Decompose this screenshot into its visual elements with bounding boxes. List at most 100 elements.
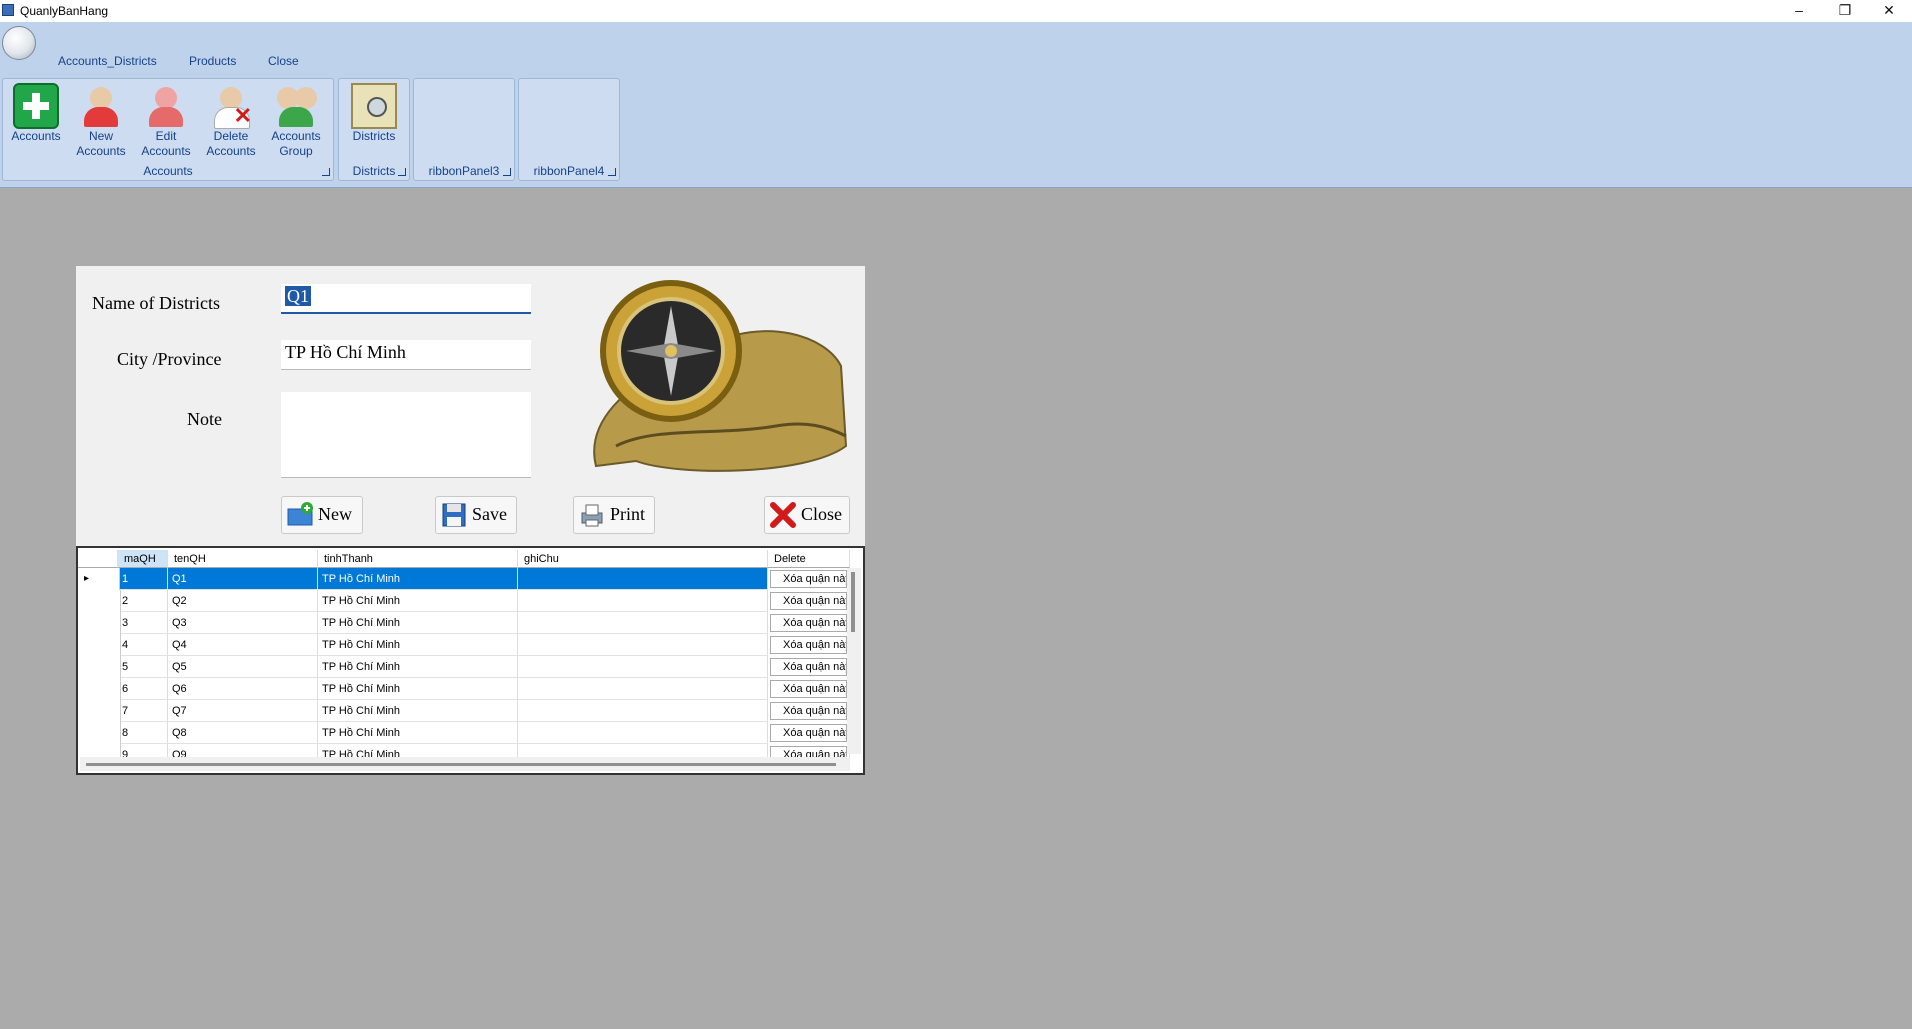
cell-ghichu[interactable] bbox=[518, 612, 768, 634]
table-row[interactable]: 4 Q4 TP Hồ Chí Minh Xóa quận này bbox=[80, 634, 850, 656]
accounts-group-button[interactable]: Accounts Group bbox=[267, 81, 325, 159]
name-label: Name of Districts bbox=[92, 293, 220, 313]
cell-maqh[interactable]: 4 bbox=[118, 634, 168, 656]
row-header[interactable] bbox=[80, 612, 121, 634]
tab-accounts-districts[interactable]: Accounts_Districts bbox=[58, 54, 157, 68]
tab-products[interactable]: Products bbox=[189, 54, 236, 68]
table-row[interactable]: 2 Q2 TP Hồ Chí Minh Xóa quận này bbox=[80, 590, 850, 612]
close-icon bbox=[770, 502, 796, 528]
panel-label-3: ribbonPanel3 bbox=[428, 164, 500, 178]
cell-tinhthanh[interactable]: TP Hồ Chí Minh bbox=[318, 722, 518, 744]
panel-launcher-icon[interactable] bbox=[503, 168, 511, 176]
cell-maqh[interactable]: 2 bbox=[118, 590, 168, 612]
cell-maqh[interactable]: 8 bbox=[118, 722, 168, 744]
cell-tinhthanh[interactable]: TP Hồ Chí Minh bbox=[318, 656, 518, 678]
cell-tenqh[interactable]: Q1 bbox=[168, 568, 318, 590]
panel-label-4: ribbonPanel4 bbox=[533, 164, 605, 178]
cell-ghichu[interactable] bbox=[518, 700, 768, 722]
cell-maqh[interactable]: 6 bbox=[118, 678, 168, 700]
table-row[interactable]: 7 Q7 TP Hồ Chí Minh Xóa quận này bbox=[80, 700, 850, 722]
cell-ghichu[interactable] bbox=[518, 722, 768, 744]
delete-row-button[interactable]: Xóa quận này bbox=[770, 614, 847, 632]
note-field[interactable] bbox=[281, 392, 531, 478]
cell-tinhthanh[interactable]: TP Hồ Chí Minh bbox=[318, 634, 518, 656]
new-accounts-button[interactable]: New Accounts bbox=[72, 81, 130, 159]
column-header-ghichu[interactable]: ghiChu bbox=[518, 550, 768, 568]
vertical-scrollbar[interactable] bbox=[847, 568, 861, 754]
row-header[interactable] bbox=[80, 634, 121, 656]
close-button[interactable]: Close bbox=[764, 496, 850, 534]
cell-tenqh[interactable]: Q6 bbox=[168, 678, 318, 700]
column-header-delete[interactable]: Delete bbox=[768, 550, 850, 568]
table-row[interactable]: 3 Q3 TP Hồ Chí Minh Xóa quận này bbox=[80, 612, 850, 634]
delete-row-button[interactable]: Xóa quận này bbox=[770, 636, 847, 654]
floppy-disk-icon bbox=[442, 503, 466, 527]
panel-launcher-icon[interactable] bbox=[322, 168, 330, 176]
table-row[interactable]: 5 Q5 TP Hồ Chí Minh Xóa quận này bbox=[80, 656, 850, 678]
cell-ghichu[interactable] bbox=[518, 678, 768, 700]
cell-maqh[interactable]: 5 bbox=[118, 656, 168, 678]
column-header-tinhthanh[interactable]: tinhThanh bbox=[318, 550, 518, 568]
districts-grid[interactable]: maQH tenQH tinhThanh ghiChu Delete ▸ 1 Q1 T… bbox=[76, 546, 865, 775]
app-icon bbox=[2, 4, 14, 16]
ribbon-panel-4: ribbonPanel4 bbox=[518, 78, 620, 181]
cell-delete: Xóa quận này bbox=[768, 590, 850, 612]
cell-tenqh[interactable]: Q7 bbox=[168, 700, 318, 722]
cell-tinhthanh[interactable]: TP Hồ Chí Minh bbox=[318, 568, 518, 590]
cell-tinhthanh[interactable]: TP Hồ Chí Minh bbox=[318, 590, 518, 612]
edit-accounts-button[interactable]: Edit Accounts bbox=[137, 81, 195, 159]
new-button[interactable]: New bbox=[281, 496, 363, 534]
print-button[interactable]: Print bbox=[573, 496, 655, 534]
cell-maqh[interactable]: 7 bbox=[118, 700, 168, 722]
table-row[interactable]: ▸ 1 Q1 TP Hồ Chí Minh Xóa quận này bbox=[80, 568, 850, 590]
delete-row-button[interactable]: Xóa quận này bbox=[770, 592, 847, 610]
horizontal-scrollbar[interactable] bbox=[80, 757, 850, 771]
cell-tinhthanh[interactable]: TP Hồ Chí Minh bbox=[318, 700, 518, 722]
row-header[interactable]: ▸ bbox=[80, 568, 120, 590]
table-row[interactable]: 8 Q8 TP Hồ Chí Minh Xóa quận này bbox=[80, 722, 850, 744]
delete-row-button[interactable]: Xóa quận này bbox=[770, 658, 847, 676]
save-button[interactable]: Save bbox=[435, 496, 517, 534]
cell-maqh[interactable]: 1 bbox=[118, 568, 168, 590]
table-row[interactable]: 6 Q6 TP Hồ Chí Minh Xóa quận này bbox=[80, 678, 850, 700]
delete-row-button[interactable]: Xóa quận này bbox=[770, 702, 847, 720]
cell-ghichu[interactable] bbox=[518, 656, 768, 678]
cell-tenqh[interactable]: Q2 bbox=[168, 590, 318, 612]
restore-button[interactable]: ❐ bbox=[1822, 0, 1868, 22]
cell-delete: Xóa quận này bbox=[768, 656, 850, 678]
cell-ghichu[interactable] bbox=[518, 568, 768, 590]
cell-tenqh[interactable]: Q3 bbox=[168, 612, 318, 634]
cell-tenqh[interactable]: Q4 bbox=[168, 634, 318, 656]
delete-row-button[interactable]: Xóa quận này bbox=[770, 570, 847, 588]
cell-tinhthanh[interactable]: TP Hồ Chí Minh bbox=[318, 612, 518, 634]
row-header[interactable] bbox=[80, 722, 121, 744]
cell-delete: Xóa quận này bbox=[768, 634, 850, 656]
delete-accounts-button[interactable]: ✕ Delete Accounts bbox=[202, 81, 260, 159]
row-header[interactable] bbox=[80, 678, 121, 700]
row-header[interactable] bbox=[80, 700, 121, 722]
districts-button[interactable]: Districts bbox=[345, 81, 403, 144]
cell-ghichu[interactable] bbox=[518, 590, 768, 612]
cell-maqh[interactable]: 3 bbox=[118, 612, 168, 634]
row-header[interactable] bbox=[80, 656, 121, 678]
delete-row-button[interactable]: Xóa quận này bbox=[770, 680, 847, 698]
column-header-tenqh[interactable]: tenQH bbox=[168, 550, 318, 568]
row-header[interactable] bbox=[80, 590, 121, 612]
printer-icon bbox=[581, 504, 603, 527]
column-header-maqh[interactable]: maQH bbox=[118, 550, 168, 568]
panel-launcher-icon[interactable] bbox=[398, 168, 406, 176]
cell-delete: Xóa quận này bbox=[768, 700, 850, 722]
city-field[interactable]: TP Hồ Chí Minh bbox=[281, 340, 531, 370]
cell-tenqh[interactable]: Q5 bbox=[168, 656, 318, 678]
cell-ghichu[interactable] bbox=[518, 634, 768, 656]
minimize-button[interactable]: – bbox=[1776, 0, 1822, 22]
cell-tenqh[interactable]: Q8 bbox=[168, 722, 318, 744]
cell-tinhthanh[interactable]: TP Hồ Chí Minh bbox=[318, 678, 518, 700]
panel-launcher-icon[interactable] bbox=[608, 168, 616, 176]
name-field[interactable]: Q1 bbox=[281, 284, 531, 314]
delete-row-button[interactable]: Xóa quận này bbox=[770, 724, 847, 742]
application-orb-button[interactable] bbox=[2, 26, 36, 60]
accounts-button[interactable]: Accounts bbox=[7, 81, 65, 144]
close-window-button[interactable]: ✕ bbox=[1866, 0, 1912, 22]
tab-close[interactable]: Close bbox=[268, 54, 299, 68]
